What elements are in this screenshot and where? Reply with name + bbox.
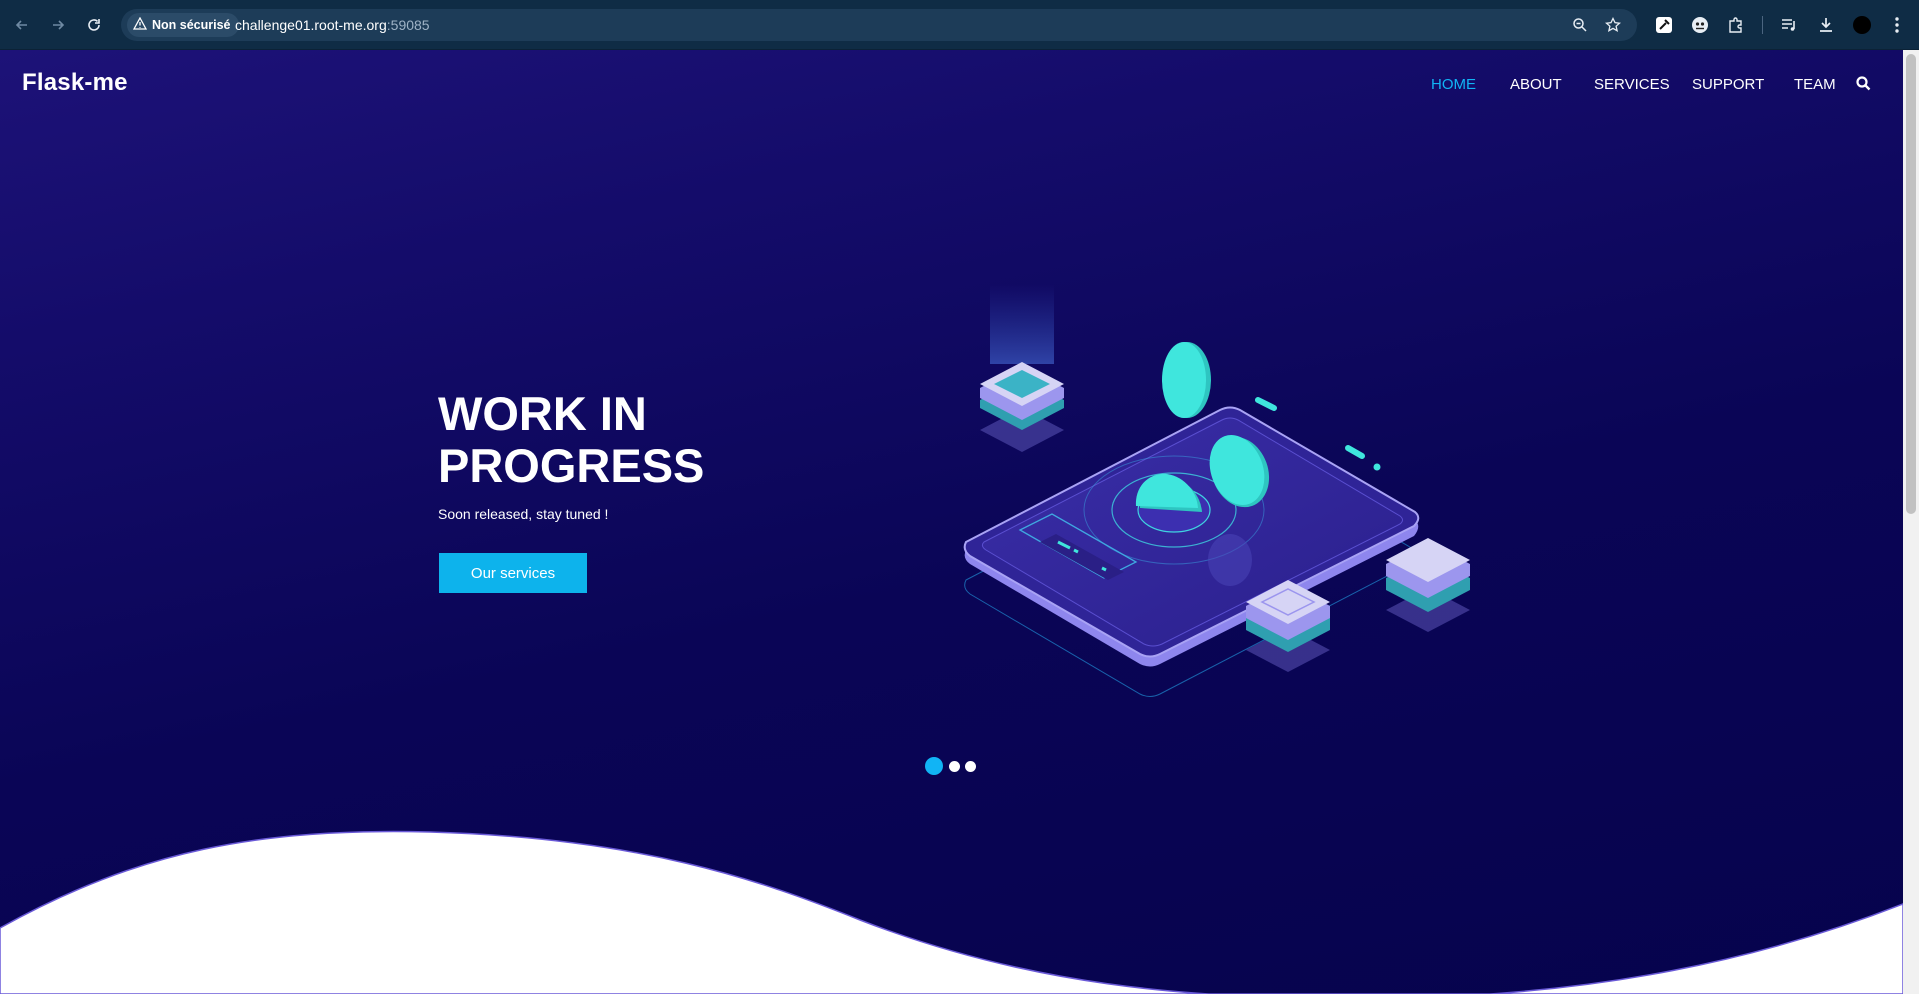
- star-icon[interactable]: [1603, 15, 1623, 35]
- forward-icon[interactable]: [46, 13, 70, 37]
- extension-icon[interactable]: [1689, 14, 1711, 36]
- address-bar[interactable]: Non sécurisé challenge01.root-me.org:590…: [121, 9, 1637, 41]
- isometric-phone-illustration: [963, 284, 1470, 697]
- page-viewport: Flask-me HOME ABOUT SERVICES SUPPORT TEA…: [0, 50, 1903, 994]
- eyedropper-icon[interactable]: [1653, 14, 1675, 36]
- back-icon[interactable]: [10, 13, 34, 37]
- media-icon[interactable]: [1778, 14, 1800, 36]
- search-icon[interactable]: [1856, 76, 1871, 96]
- toolbar-divider: [1762, 16, 1763, 34]
- download-icon[interactable]: [1815, 14, 1837, 36]
- nav-about[interactable]: ABOUT: [1510, 76, 1562, 93]
- our-services-button[interactable]: Our services: [439, 553, 587, 593]
- puzzle-icon[interactable]: [1725, 14, 1747, 36]
- warning-icon: [132, 16, 148, 33]
- hero-wave-divider: [0, 830, 1903, 994]
- hero-title: WORK IN PROGRESS: [438, 387, 705, 492]
- menu-icon[interactable]: [1886, 14, 1908, 36]
- nav-team[interactable]: TEAM: [1794, 76, 1836, 93]
- url-port: :59085: [386, 17, 430, 33]
- nav-services[interactable]: SERVICES: [1594, 76, 1670, 93]
- reload-icon[interactable]: [82, 13, 106, 37]
- page-scrollbar[interactable]: [1903, 50, 1919, 994]
- zoom-icon[interactable]: [1570, 15, 1590, 35]
- url-text[interactable]: challenge01.root-me.org:59085: [235, 17, 430, 33]
- profile-icon[interactable]: [1851, 14, 1873, 36]
- security-chip[interactable]: Non sécurisé: [127, 13, 239, 37]
- hero-subtitle: Soon released, stay tuned !: [438, 506, 609, 522]
- browser-toolbar: Non sécurisé challenge01.root-me.org:590…: [0, 0, 1919, 50]
- nav-home[interactable]: HOME: [1431, 76, 1476, 93]
- hero-section: Flask-me HOME ABOUT SERVICES SUPPORT TEA…: [0, 50, 1903, 994]
- main-nav: HOME ABOUT SERVICES SUPPORT TEAM: [0, 76, 1903, 100]
- scrollbar-thumb[interactable]: [1906, 54, 1916, 514]
- url-host: challenge01.root-me.org: [235, 17, 387, 33]
- security-label: Non sécurisé: [152, 18, 231, 32]
- nav-support[interactable]: SUPPORT: [1692, 76, 1764, 93]
